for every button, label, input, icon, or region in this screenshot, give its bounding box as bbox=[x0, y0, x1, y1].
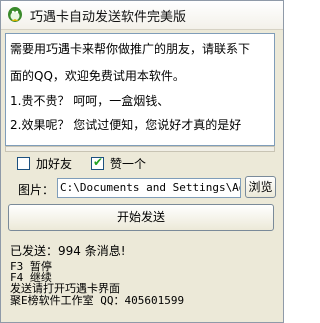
message-textarea[interactable]: 需要用巧遇卡来帮你做推广的朋友，请联系下 面的QQ，欢迎免费试用本软件。 1.贵… bbox=[5, 33, 275, 146]
like-option[interactable]: ✔ 赞一个 bbox=[91, 155, 171, 171]
app-window: 巧遇卡自动发送软件完美版 需要用巧遇卡来帮你做推广的朋友，请联系下 面的QQ，欢… bbox=[0, 0, 284, 323]
browse-button[interactable]: 浏览 bbox=[245, 176, 276, 198]
add-friend-label: 加好友 bbox=[36, 157, 73, 171]
horizontal-scrollbar[interactable] bbox=[5, 146, 275, 152]
message-line: 面的QQ，欢迎免费试用本软件。 bbox=[10, 69, 185, 83]
app-icon bbox=[8, 7, 22, 22]
like-label: 赞一个 bbox=[110, 157, 147, 171]
picture-label: 图片： bbox=[18, 183, 55, 197]
info-line: 聚E榜软件工作室 QQ：405601599 bbox=[10, 294, 185, 307]
checkmark-icon: ✔ bbox=[93, 155, 104, 169]
window-title: 巧遇卡自动发送软件完美版 bbox=[30, 10, 187, 25]
message-line: 1.贵不贵？ 呵呵，一盒烟钱、 bbox=[10, 94, 170, 108]
title-bar[interactable]: 巧遇卡自动发送软件完美版 bbox=[1, 1, 283, 30]
add-friend-option[interactable]: 加好友 bbox=[17, 157, 97, 171]
message-line: 需要用巧遇卡来帮你做推广的朋友，请联系下 bbox=[10, 42, 251, 56]
picture-path-input[interactable]: C:\Documents and Settings\Administrator bbox=[57, 178, 241, 198]
add-friend-checkbox[interactable] bbox=[17, 157, 30, 170]
message-line: 2.效果呢？ 您试过便知，您说好才真的是好 bbox=[10, 118, 242, 132]
sent-status: 已发送：994 条消息! bbox=[10, 244, 126, 258]
start-send-button[interactable]: 开始发送 bbox=[8, 204, 274, 231]
like-checkbox[interactable]: ✔ bbox=[91, 155, 104, 170]
